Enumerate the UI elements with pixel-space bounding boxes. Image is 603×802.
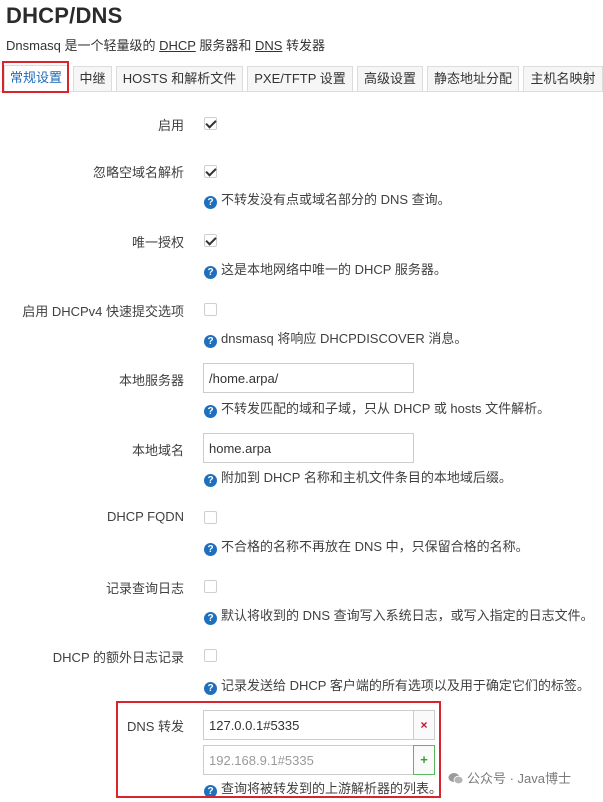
rapid-commit-label: 启用 DHCPv4 快速提交选项	[22, 304, 184, 319]
local-domain-input[interactable]	[203, 433, 414, 463]
log-dhcp-hint: ? 记录发送给 DHCP 客户端的所有选项以及用于确定它们的标签。	[204, 675, 590, 695]
dhcp-fqdn-checkbox[interactable]	[204, 511, 217, 524]
domain-needed-checkbox[interactable]	[204, 165, 217, 178]
local-domain-hint: ? 附加到 DHCP 名称和主机文件条目的本地域后缀。	[204, 467, 512, 487]
log-queries-checkbox[interactable]	[204, 580, 217, 593]
local-server-input[interactable]	[203, 363, 414, 393]
log-dhcp-label: DHCP 的额外日志记录	[52, 650, 184, 665]
watermark: 公众号 · Java博士	[448, 768, 571, 787]
log-queries-label: 记录查询日志	[105, 581, 184, 596]
local-server-label: 本地服务器	[118, 373, 184, 388]
domain-needed-label: 忽略空域名解析	[92, 165, 184, 180]
help-icon: ?	[204, 612, 217, 625]
local-server-hint: ? 不转发匹配的域和子域，只从 DHCP 或 hosts 文件解析。	[204, 398, 550, 418]
tab-bar: 常规设置 中继 HOSTS 和解析文件 PXE/TFTP 设置 高级设置 静态地…	[0, 62, 603, 92]
authoritative-label: 唯一授权	[131, 235, 184, 250]
help-icon: ?	[204, 405, 217, 418]
tab-hostnames[interactable]: 主机名映射	[523, 66, 603, 91]
log-queries-hint: ? 默认将收到的 DNS 查询写入系统日志，或写入指定的日志文件。	[204, 605, 594, 625]
dhcp-fqdn-label: DHCP FQDN	[106, 509, 184, 524]
authoritative-hint: ? 这是本地网络中唯一的 DHCP 服务器。	[204, 259, 447, 279]
help-icon: ?	[204, 474, 217, 487]
enable-checkbox[interactable]	[204, 117, 217, 130]
authoritative-checkbox[interactable]	[204, 234, 217, 247]
help-icon: ?	[204, 543, 217, 556]
tab-relay[interactable]: 中继	[73, 66, 112, 91]
domain-needed-hint: ? 不转发没有点或域名部分的 DNS 查询。	[204, 189, 451, 209]
local-domain-label: 本地域名	[131, 443, 184, 458]
rapid-commit-hint: ? dnsmasq 将响应 DHCPDISCOVER 消息。	[204, 328, 467, 348]
help-icon: ?	[204, 335, 217, 348]
enable-label: 启用	[157, 118, 184, 133]
wechat-icon	[448, 773, 464, 785]
help-icon: ?	[204, 682, 217, 695]
help-icon: ?	[204, 196, 217, 209]
active-tab-highlight	[2, 61, 69, 93]
tab-pxe-tftp[interactable]: PXE/TFTP 设置	[247, 66, 353, 91]
dns-forward-highlight	[116, 701, 441, 798]
log-dhcp-checkbox[interactable]	[204, 649, 217, 662]
rapid-commit-checkbox[interactable]	[204, 303, 217, 316]
help-icon: ?	[204, 266, 217, 279]
page-description: Dnsmasq 是一个轻量级的 DHCP 服务器和 DNS 转发器	[6, 38, 326, 53]
tab-hosts-resolv[interactable]: HOSTS 和解析文件	[116, 66, 243, 91]
tab-static-leases[interactable]: 静态地址分配	[427, 66, 519, 91]
tab-advanced[interactable]: 高级设置	[357, 66, 423, 91]
page-title: DHCP/DNS	[6, 3, 123, 28]
dhcp-fqdn-hint: ? 不合格的名称不再放在 DNS 中，只保留合格的名称。	[204, 536, 529, 556]
